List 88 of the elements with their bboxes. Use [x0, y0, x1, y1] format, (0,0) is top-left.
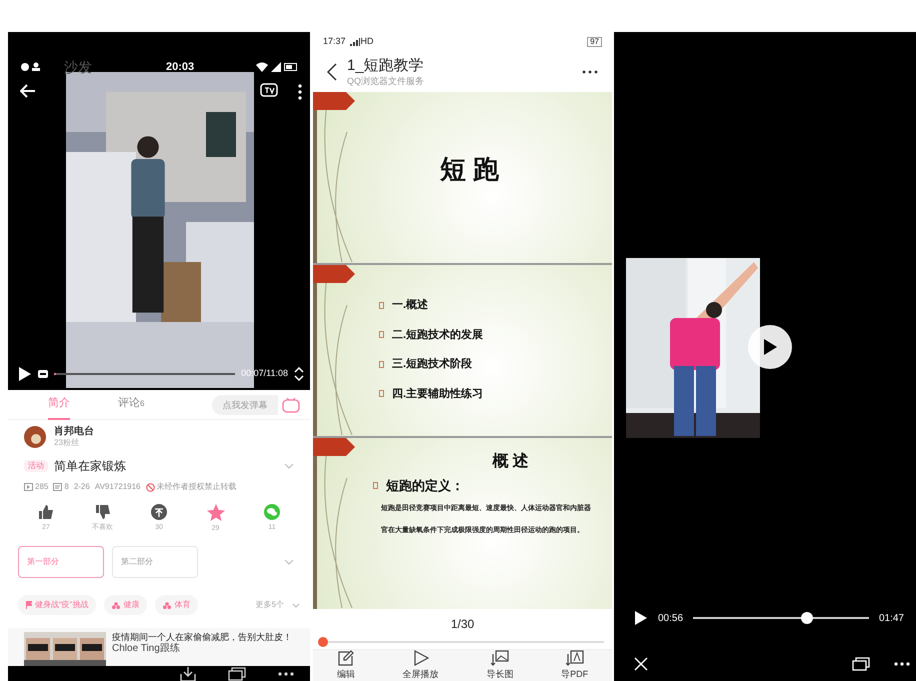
slide-bullet: 四.主要辅助性练习 [392, 386, 484, 402]
tab[interactable]: 评论6 [118, 390, 144, 420]
prohibited-icon [146, 482, 154, 492]
topic-tag[interactable]: 体育 [155, 595, 198, 615]
part-button[interactable]: 第一部分 [18, 546, 104, 578]
play-icon [762, 338, 778, 356]
signal-icon [350, 38, 360, 46]
bullet-icon [379, 302, 384, 309]
more-icon[interactable] [298, 84, 302, 100]
elapsed-time: 00:56 [658, 612, 684, 626]
more-topics-button[interactable]: 更多5个 [256, 599, 284, 611]
slide-bullet: 一.概述 [392, 298, 428, 313]
floating-comment: 沙发 [64, 58, 92, 76]
avatar[interactable] [24, 426, 46, 448]
star-icon[interactable] [206, 504, 224, 521]
duration: 01:47 [878, 612, 904, 626]
more-icon[interactable] [582, 70, 598, 74]
pdf-export-icon [566, 650, 584, 666]
windows-icon[interactable] [852, 657, 870, 671]
danmaku-field[interactable]: 点我发弹幕 [212, 394, 278, 414]
danmaku-icon[interactable] [38, 370, 48, 378]
page-slider-thumb[interactable] [318, 637, 328, 647]
edit-icon [338, 650, 354, 666]
topic-tag[interactable]: 健康 [104, 595, 148, 615]
uploader-name[interactable]: 肖邦电台 [54, 426, 94, 438]
related-video-title[interactable]: 疫情期间一个人在家偷偷减肥，告别大肚皮！ [112, 632, 292, 644]
thumbs-up-icon[interactable] [38, 504, 54, 520]
arrow-banner [313, 438, 355, 456]
bullet-icon [373, 482, 378, 490]
seek-thumb[interactable] [801, 612, 814, 624]
slide-bullet: 二.短跑技术的发展 [392, 328, 484, 342]
back-icon[interactable] [327, 63, 337, 81]
tv-icon[interactable] [260, 81, 278, 99]
document-title: 1_短跑教学 [347, 57, 424, 76]
cluster-icon [112, 602, 120, 608]
toolbar-button[interactable]: 全屏播放 [402, 650, 439, 681]
meta-text: 2-26 [74, 481, 90, 493]
slide-subheading: 短跑的定义： [386, 477, 464, 495]
close-icon[interactable] [634, 657, 648, 671]
more-icon[interactable] [894, 662, 910, 666]
page-indicator: 1/30 [450, 616, 474, 633]
play-icon[interactable] [18, 366, 32, 382]
bullet-icon [379, 390, 384, 398]
arrow-banner [313, 92, 355, 110]
wifi-icon [256, 62, 268, 72]
fullscreen-icon[interactable] [294, 367, 304, 381]
download-icon[interactable] [180, 666, 196, 681]
meta-text: 未经作者授权禁止转载 [156, 481, 236, 493]
toolbar-button[interactable]: 编辑 [336, 650, 355, 681]
battery-icon [284, 62, 298, 72]
play-outline-icon [412, 650, 429, 666]
danmaku-count-icon [53, 483, 62, 491]
thumbs-down-icon[interactable] [94, 504, 110, 520]
meta-text: 8 [64, 481, 69, 493]
bullet-icon [379, 360, 384, 368]
meta-text: 285 [35, 481, 48, 493]
signal-icon [271, 62, 281, 72]
play-button[interactable] [748, 325, 792, 369]
flag-icon [26, 601, 32, 609]
document-source: QQ浏览器文件服务 [347, 76, 424, 87]
video-title: 简单在家锻炼 [54, 458, 126, 475]
meta-text: AV91721916 [94, 481, 140, 493]
network-label: HD [360, 35, 374, 48]
activity-tag: 活动 [24, 460, 48, 472]
battery-level: 97 [587, 37, 602, 47]
play-count-icon [24, 483, 33, 491]
back-arrow-icon[interactable] [20, 84, 36, 98]
slide-heading: 短 跑 [440, 153, 500, 186]
part-button[interactable]: 第二部分 [112, 546, 198, 578]
tab[interactable]: 简介 [48, 390, 70, 420]
coin-icon[interactable] [151, 504, 167, 520]
cluster-icon [163, 602, 172, 608]
follower-count: 23粉丝 [54, 438, 80, 448]
image-export-icon [490, 650, 509, 666]
toolbar-button[interactable]: 导长图 [486, 650, 514, 681]
slide-bullet: 三.短跑技术阶段 [392, 356, 472, 372]
toolbar-button[interactable]: 导PDF [561, 650, 588, 681]
topic-tag[interactable]: 健身战“疫”挑战 [18, 595, 96, 615]
danmaku-toggle-icon[interactable] [282, 396, 300, 412]
slide-heading: 概 述 [492, 452, 529, 472]
clock: 17:37 [323, 35, 346, 48]
windows-icon[interactable] [228, 667, 246, 681]
play-icon[interactable] [634, 610, 648, 626]
more-icon[interactable] [278, 672, 294, 676]
bullet-icon [379, 331, 384, 338]
related-video-author: Chloe Ting跟练 [112, 643, 181, 656]
arrow-banner [313, 265, 355, 283]
clock: 20:03 [166, 60, 194, 75]
